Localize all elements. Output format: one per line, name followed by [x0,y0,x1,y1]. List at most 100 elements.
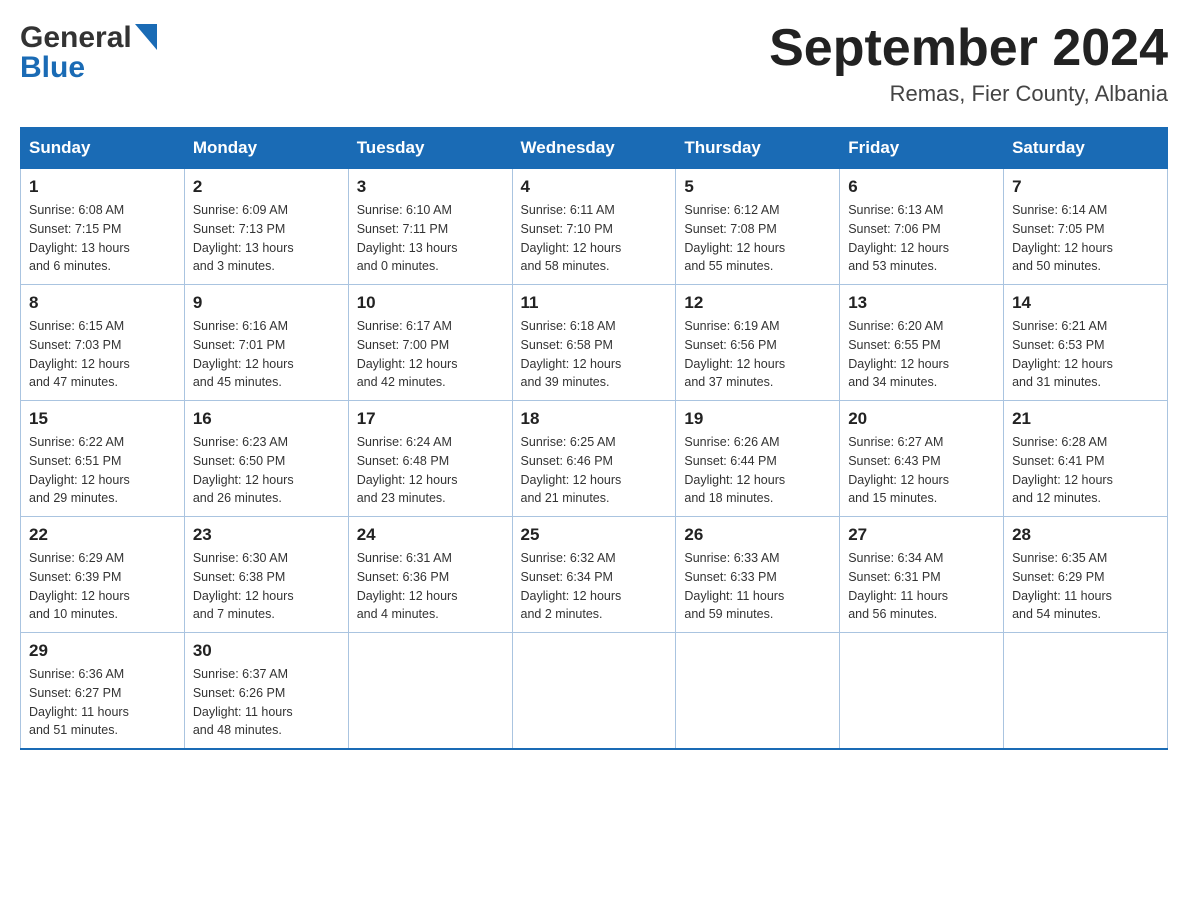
day-info: Sunrise: 6:19 AM Sunset: 6:56 PM Dayligh… [684,317,831,392]
calendar-cell: 25 Sunrise: 6:32 AM Sunset: 6:34 PM Dayli… [512,517,676,633]
calendar-cell: 9 Sunrise: 6:16 AM Sunset: 7:01 PM Daylig… [184,285,348,401]
day-number: 2 [193,177,340,197]
day-number: 6 [848,177,995,197]
day-number: 9 [193,293,340,313]
calendar-cell: 5Sunrise: 6:12 AM Sunset: 7:08 PM Daylig… [676,169,840,285]
calendar-cell: 10 Sunrise: 6:17 AM Sunset: 7:00 PM Dayli… [348,285,512,401]
day-info: Sunrise: 6:13 AM Sunset: 7:06 PM Dayligh… [848,201,995,276]
day-number: 3 [357,177,504,197]
calendar-header-saturday: Saturday [1004,128,1168,169]
day-info: Sunrise: 6:25 AM Sunset: 6:46 PM Dayligh… [521,433,668,508]
calendar-cell: 20 Sunrise: 6:27 AM Sunset: 6:43 PM Dayli… [840,401,1004,517]
day-number: 10 [357,293,504,313]
calendar-cell: 18 Sunrise: 6:25 AM Sunset: 6:46 PM Dayli… [512,401,676,517]
day-info: Sunrise: 6:27 AM Sunset: 6:43 PM Dayligh… [848,433,995,508]
calendar-cell: 12 Sunrise: 6:19 AM Sunset: 6:56 PM Dayli… [676,285,840,401]
day-number: 16 [193,409,340,429]
day-number: 22 [29,525,176,545]
calendar-cell [1004,633,1168,750]
day-info: Sunrise: 6:22 AM Sunset: 6:51 PM Dayligh… [29,433,176,508]
calendar-cell: 6 Sunrise: 6:13 AM Sunset: 7:06 PM Daylig… [840,169,1004,285]
calendar-cell [840,633,1004,750]
day-info: Sunrise: 6:17 AM Sunset: 7:00 PM Dayligh… [357,317,504,392]
day-number: 26 [684,525,831,545]
calendar-cell [512,633,676,750]
day-number: 24 [357,525,504,545]
day-info: Sunrise: 6:21 AM Sunset: 6:53 PM Dayligh… [1012,317,1159,392]
calendar-header-friday: Friday [840,128,1004,169]
calendar-cell: 23 Sunrise: 6:30 AM Sunset: 6:38 PM Dayli… [184,517,348,633]
calendar-header-monday: Monday [184,128,348,169]
calendar-cell: 8 Sunrise: 6:15 AM Sunset: 7:03 PM Daylig… [21,285,185,401]
page-header: General Blue September 2024 Remas, Fier … [20,20,1168,107]
day-info: Sunrise: 6:14 AM Sunset: 7:05 PM Dayligh… [1012,201,1159,276]
day-number: 21 [1012,409,1159,429]
day-number: 11 [521,293,668,313]
day-info: Sunrise: 6:32 AM Sunset: 6:34 PM Dayligh… [521,549,668,624]
calendar-table: SundayMondayTuesdayWednesdayThursdayFrid… [20,127,1168,750]
day-number: 27 [848,525,995,545]
day-number: 8 [29,293,176,313]
calendar-week-row: 1 Sunrise: 6:08 AM Sunset: 7:15 PM Daylig… [21,169,1168,285]
day-info: Sunrise: 6:30 AM Sunset: 6:38 PM Dayligh… [193,549,340,624]
day-info: Sunrise: 6:23 AM Sunset: 6:50 PM Dayligh… [193,433,340,508]
month-title: September 2024 [769,20,1168,77]
calendar-header-row: SundayMondayTuesdayWednesdayThursdayFrid… [21,128,1168,169]
day-info: Sunrise: 6:31 AM Sunset: 6:36 PM Dayligh… [357,549,504,624]
logo-general-text: General [20,21,132,55]
calendar-cell: 22 Sunrise: 6:29 AM Sunset: 6:39 PM Dayli… [21,517,185,633]
day-info: Sunrise: 6:12 AM Sunset: 7:08 PM Dayligh… [684,201,831,276]
day-info: Sunrise: 6:24 AM Sunset: 6:48 PM Dayligh… [357,433,504,508]
day-number: 25 [521,525,668,545]
location: Remas, Fier County, Albania [769,81,1168,107]
day-number: 23 [193,525,340,545]
day-number: 12 [684,293,831,313]
calendar-cell: 27 Sunrise: 6:34 AM Sunset: 6:31 PM Dayli… [840,517,1004,633]
calendar-cell: 11 Sunrise: 6:18 AM Sunset: 6:58 PM Dayli… [512,285,676,401]
calendar-cell: 2Sunrise: 6:09 AM Sunset: 7:13 PM Daylig… [184,169,348,285]
day-info: Sunrise: 6:18 AM Sunset: 6:58 PM Dayligh… [521,317,668,392]
calendar-cell: 13Sunrise: 6:20 AM Sunset: 6:55 PM Dayli… [840,285,1004,401]
calendar-cell: 7Sunrise: 6:14 AM Sunset: 7:05 PM Daylig… [1004,169,1168,285]
day-number: 13 [848,293,995,313]
day-info: Sunrise: 6:34 AM Sunset: 6:31 PM Dayligh… [848,549,995,624]
day-info: Sunrise: 6:37 AM Sunset: 6:26 PM Dayligh… [193,665,340,740]
logo-arrow-icon [135,24,157,55]
calendar-week-row: 22 Sunrise: 6:29 AM Sunset: 6:39 PM Dayli… [21,517,1168,633]
day-info: Sunrise: 6:08 AM Sunset: 7:15 PM Dayligh… [29,201,176,276]
calendar-cell: 16 Sunrise: 6:23 AM Sunset: 6:50 PM Dayli… [184,401,348,517]
calendar-week-row: 29Sunrise: 6:36 AM Sunset: 6:27 PM Dayli… [21,633,1168,750]
calendar-cell: 1 Sunrise: 6:08 AM Sunset: 7:15 PM Daylig… [21,169,185,285]
logo: General Blue [20,20,157,85]
day-number: 14 [1012,293,1159,313]
day-number: 4 [521,177,668,197]
day-number: 1 [29,177,176,197]
logo-blue-text: Blue [20,51,85,85]
calendar-cell: 28 Sunrise: 6:35 AM Sunset: 6:29 PM Dayli… [1004,517,1168,633]
day-info: Sunrise: 6:15 AM Sunset: 7:03 PM Dayligh… [29,317,176,392]
calendar-cell: 4 Sunrise: 6:11 AM Sunset: 7:10 PM Daylig… [512,169,676,285]
calendar-cell: 17 Sunrise: 6:24 AM Sunset: 6:48 PM Dayli… [348,401,512,517]
calendar-cell: 14 Sunrise: 6:21 AM Sunset: 6:53 PM Dayli… [1004,285,1168,401]
day-number: 17 [357,409,504,429]
day-info: Sunrise: 6:11 AM Sunset: 7:10 PM Dayligh… [521,201,668,276]
day-number: 29 [29,641,176,661]
day-info: Sunrise: 6:29 AM Sunset: 6:39 PM Dayligh… [29,549,176,624]
calendar-cell: 29Sunrise: 6:36 AM Sunset: 6:27 PM Dayli… [21,633,185,750]
calendar-cell: 30 Sunrise: 6:37 AM Sunset: 6:26 PM Dayli… [184,633,348,750]
calendar-week-row: 8 Sunrise: 6:15 AM Sunset: 7:03 PM Daylig… [21,285,1168,401]
day-number: 20 [848,409,995,429]
day-number: 15 [29,409,176,429]
day-number: 18 [521,409,668,429]
calendar-cell: 19 Sunrise: 6:26 AM Sunset: 6:44 PM Dayli… [676,401,840,517]
day-info: Sunrise: 6:28 AM Sunset: 6:41 PM Dayligh… [1012,433,1159,508]
title-block: September 2024 Remas, Fier County, Alban… [769,20,1168,107]
calendar-cell [676,633,840,750]
day-number: 19 [684,409,831,429]
day-info: Sunrise: 6:16 AM Sunset: 7:01 PM Dayligh… [193,317,340,392]
day-number: 30 [193,641,340,661]
day-number: 28 [1012,525,1159,545]
calendar-cell: 21 Sunrise: 6:28 AM Sunset: 6:41 PM Dayli… [1004,401,1168,517]
day-info: Sunrise: 6:26 AM Sunset: 6:44 PM Dayligh… [684,433,831,508]
day-info: Sunrise: 6:35 AM Sunset: 6:29 PM Dayligh… [1012,549,1159,624]
